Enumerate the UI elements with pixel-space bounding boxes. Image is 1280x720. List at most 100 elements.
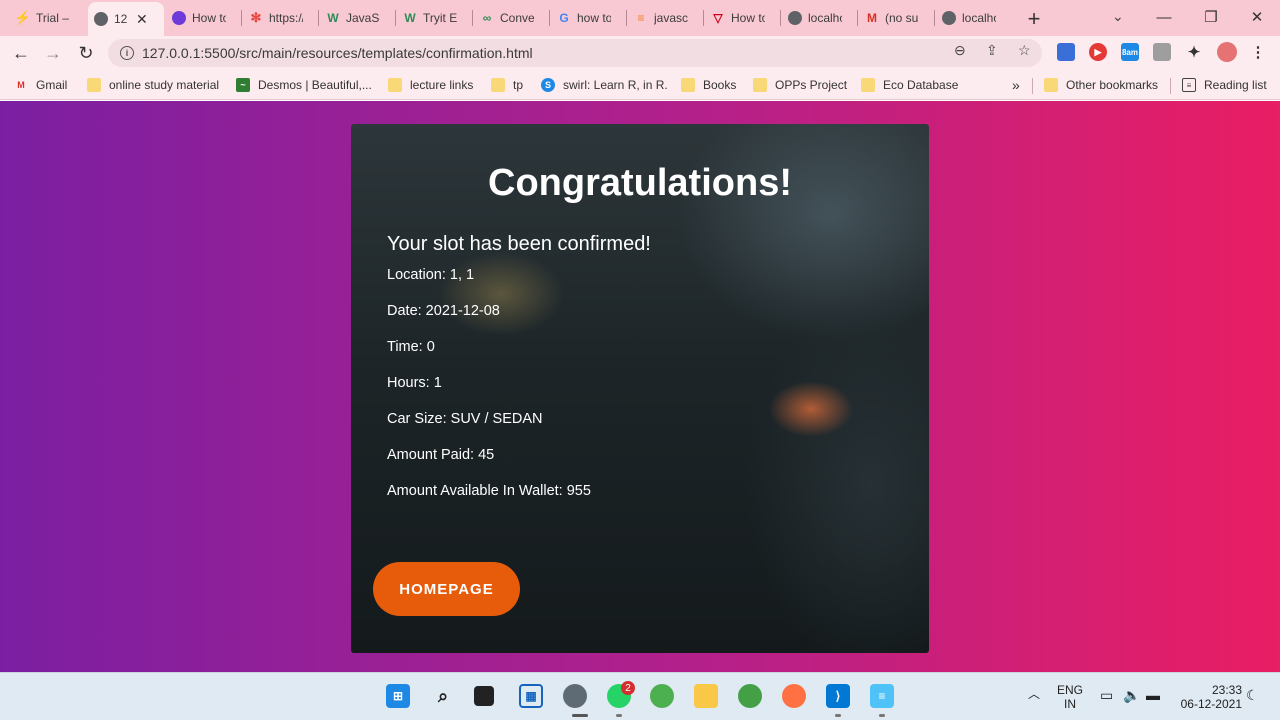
bookmark-divider	[1032, 78, 1033, 94]
tab-active[interactable]: 127.0.0.1 ✕	[88, 2, 164, 36]
gmail-icon: M	[867, 11, 877, 25]
puzzle-icon[interactable]: ✦	[1185, 43, 1203, 61]
bookmark-lecture-links[interactable]: lecture links	[388, 76, 473, 94]
chart-extension-icon[interactable]	[1153, 43, 1171, 61]
info-icon[interactable]: i	[120, 46, 134, 60]
google-icon: G	[559, 11, 569, 25]
zoom-icon[interactable]: ⊖	[954, 42, 966, 59]
homepage-button[interactable]: HOMEPAGE	[373, 562, 520, 616]
globe-icon	[942, 11, 956, 25]
notepad-icon[interactable]: ≡	[870, 684, 894, 708]
chrome-icon[interactable]	[650, 684, 674, 708]
tab-title: Trial – G	[36, 11, 70, 25]
gmail-icon: M	[17, 80, 25, 90]
extension-icon[interactable]	[1057, 43, 1075, 61]
reload-icon[interactable]: ↻	[73, 40, 99, 66]
close-window-icon[interactable]: ✕	[1234, 4, 1280, 30]
tab-8[interactable]: ≡ javascri	[628, 4, 702, 32]
tab-10[interactable]: localho	[782, 4, 856, 32]
url-text[interactable]: 127.0.0.1:5500/src/main/resources/templa…	[142, 45, 533, 61]
confirmation-subtitle: Your slot has been confirmed!	[387, 233, 651, 255]
close-icon[interactable]: ✕	[136, 11, 148, 28]
bookmark-tp[interactable]: tp	[491, 76, 523, 94]
tab-title: Tryit Ed	[423, 11, 457, 25]
taskbar: ⊞ ⌕ ▦ 2 ⟩ ≡ ︿ ENG IN ▭ 🔈 ▬ 23:33 06-12-2…	[0, 672, 1280, 720]
bookmark-opps-project[interactable]: OPPs Project	[753, 76, 847, 94]
tab-6[interactable]: ∞ Conver	[474, 4, 548, 32]
vscode-icon[interactable]: ⟩	[826, 684, 850, 708]
other-bookmarks[interactable]: Other bookmarks	[1044, 76, 1158, 94]
chrome-profile-icon[interactable]	[563, 684, 587, 708]
tab-7[interactable]: G how to	[551, 4, 625, 32]
address-bar[interactable]: i 127.0.0.1:5500/src/main/resources/temp…	[108, 39, 1042, 67]
w-icon: W	[327, 11, 339, 25]
profile-avatar[interactable]	[1217, 42, 1237, 62]
app-indicator	[835, 714, 841, 717]
language-indicator[interactable]: ENG IN	[1056, 683, 1084, 711]
bookmark-label: OPPs Project	[775, 78, 848, 92]
more-bookmarks-button[interactable]: »	[1012, 76, 1020, 94]
tab-divider	[857, 10, 858, 26]
clock-date: 06-12-2021	[1180, 697, 1242, 711]
tab-11[interactable]: M (no sub	[859, 4, 933, 32]
tab-12[interactable]: localho	[936, 4, 1010, 32]
widgets-icon[interactable]: ▦	[519, 684, 543, 708]
windows-start-icon[interactable]: ⊞	[386, 684, 410, 708]
tab-strip: ⚡ Trial – G 127.0.0.1 ✕ How to ✻ https:/…	[0, 0, 1280, 36]
bookmark-swirl[interactable]: S swirl: Learn R, in R.	[541, 76, 668, 94]
minimize-icon[interactable]: —	[1141, 4, 1187, 30]
new-tab-button[interactable]: +	[1022, 6, 1046, 32]
tab-title: localho	[962, 11, 996, 25]
detail-amount-paid: Amount Paid: 45	[387, 447, 495, 463]
share-icon[interactable]: ⇪	[986, 42, 998, 59]
network-icon[interactable]: ▭	[1100, 688, 1113, 702]
restore-icon[interactable]: ❐	[1188, 4, 1234, 30]
bookmark-online-study[interactable]: online study material	[87, 76, 219, 94]
back-icon[interactable]: ←	[8, 40, 34, 66]
tab-2[interactable]: How to	[166, 4, 240, 32]
bookmarks-bar: M Gmail online study material ~ Desmos |…	[0, 70, 1280, 100]
battery-icon[interactable]: ▬	[1146, 688, 1160, 702]
tab-3[interactable]: ✻ https://	[243, 4, 317, 32]
focus-assist-icon[interactable]: ☾	[1246, 688, 1259, 702]
volume-icon[interactable]: 🔈	[1123, 688, 1140, 702]
bookmark-label: Gmail	[36, 78, 68, 92]
detail-hours: Hours: 1	[387, 375, 442, 391]
folder-icon	[87, 78, 101, 92]
youtube-extension-icon[interactable]: ▶	[1089, 43, 1107, 61]
v-icon: ▽	[713, 11, 723, 25]
forward-icon[interactable]: →	[40, 40, 66, 66]
search-icon[interactable]: ⌕	[431, 684, 455, 708]
tab-title: (no sub	[885, 11, 919, 25]
confirmation-card: Congratulations! Your slot has been conf…	[351, 124, 929, 653]
tab-0[interactable]: ⚡ Trial – G	[10, 4, 86, 32]
tab-divider	[934, 10, 935, 26]
bookmark-star-icon[interactable]: ☆	[1018, 42, 1031, 59]
bookmark-books[interactable]: Books	[681, 76, 736, 94]
tab-search-icon[interactable]: ⌄	[1112, 8, 1124, 25]
globe-icon	[788, 11, 802, 25]
bookmark-desmos[interactable]: ~ Desmos | Beautiful,...	[236, 76, 372, 94]
reading-list[interactable]: ≡ Reading list	[1182, 76, 1267, 94]
chrome-alt-icon[interactable]	[738, 684, 762, 708]
tab-title: javascri	[654, 11, 688, 25]
star-icon: ✻	[250, 10, 262, 25]
tab-4[interactable]: W JavaScri	[320, 4, 394, 32]
firefox-icon[interactable]	[782, 684, 806, 708]
reading-list-icon: ≡	[1182, 78, 1196, 92]
folder-icon	[861, 78, 875, 92]
extension-badge: 8am	[1121, 47, 1138, 57]
calendar-extension-icon[interactable]: 8am	[1121, 43, 1139, 61]
clock[interactable]: 23:33 06-12-2021	[1176, 683, 1242, 711]
bookmark-gmail[interactable]: M Gmail	[14, 76, 67, 94]
task-view-icon[interactable]	[474, 686, 494, 706]
menu-icon[interactable]: ⋮	[1249, 43, 1267, 61]
file-explorer-icon[interactable]	[694, 684, 718, 708]
tab-divider	[626, 10, 627, 26]
tray-overflow-icon[interactable]: ︿	[1028, 687, 1040, 701]
app-indicator	[879, 714, 885, 717]
tab-5[interactable]: W Tryit Ed	[397, 4, 471, 32]
circle-icon	[172, 11, 186, 25]
bookmark-eco-database[interactable]: Eco Database	[861, 76, 958, 94]
tab-9[interactable]: ▽ How to	[705, 4, 779, 32]
